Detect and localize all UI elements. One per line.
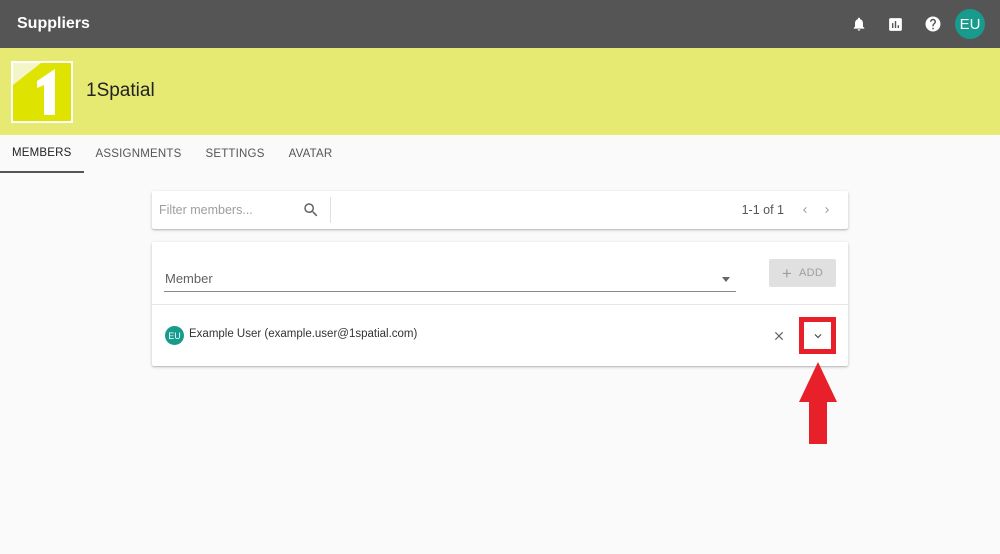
top-app-bar: Suppliers EU <box>0 0 1000 48</box>
remove-member-button[interactable] <box>769 326 789 346</box>
tab-avatar[interactable]: AVATAR <box>277 135 345 173</box>
chevron-left-icon <box>803 207 807 213</box>
user-avatar[interactable]: EU <box>955 9 985 39</box>
next-page-button[interactable] <box>816 199 838 221</box>
tab-bar: MEMBERS ASSIGNMENTS SETTINGS AVATAR <box>0 135 1000 173</box>
close-icon <box>774 331 784 341</box>
add-button-label: ADD <box>799 267 824 279</box>
member-select[interactable]: Member <box>164 264 736 292</box>
help-button[interactable] <box>914 6 951 43</box>
tab-assignments[interactable]: ASSIGNMENTS <box>84 135 194 173</box>
filter-members-input[interactable] <box>159 203 299 217</box>
organization-logo <box>11 61 73 123</box>
expand-member-button[interactable] <box>799 317 836 354</box>
pagination-range: 1-1 of 1 <box>741 203 784 217</box>
add-member-button[interactable]: + ADD <box>769 259 836 287</box>
chevron-right-icon <box>825 207 829 213</box>
app-title: Suppliers <box>17 15 90 32</box>
plus-icon: + <box>781 263 793 283</box>
chevron-down-icon <box>814 333 821 338</box>
filter-card: 1-1 of 1 <box>152 191 848 229</box>
member-row: EU Example User (example.user@1spatial.c… <box>152 305 848 366</box>
pagination: 1-1 of 1 <box>742 191 838 229</box>
search-icon[interactable] <box>302 201 320 219</box>
help-icon <box>925 16 940 32</box>
reports-button[interactable] <box>877 6 914 43</box>
organization-banner: 1Spatial <box>0 48 1000 135</box>
member-name: Example User (example.user@1spatial.com) <box>189 328 418 340</box>
members-card: Member + ADD EU Example User (example.us… <box>152 242 848 366</box>
dropdown-arrow-icon <box>722 277 730 282</box>
bell-icon <box>853 17 864 31</box>
member-select-label: Member <box>165 271 213 286</box>
topbar-actions: EU <box>840 6 985 43</box>
previous-page-button[interactable] <box>794 199 816 221</box>
divider <box>330 197 331 223</box>
member-avatar: EU <box>165 326 184 345</box>
organization-name: 1Spatial <box>86 80 155 101</box>
tab-settings[interactable]: SETTINGS <box>193 135 276 173</box>
chart-icon <box>889 17 902 31</box>
tab-members[interactable]: MEMBERS <box>0 135 84 173</box>
notifications-button[interactable] <box>840 6 877 43</box>
annotation-arrow <box>799 362 837 444</box>
